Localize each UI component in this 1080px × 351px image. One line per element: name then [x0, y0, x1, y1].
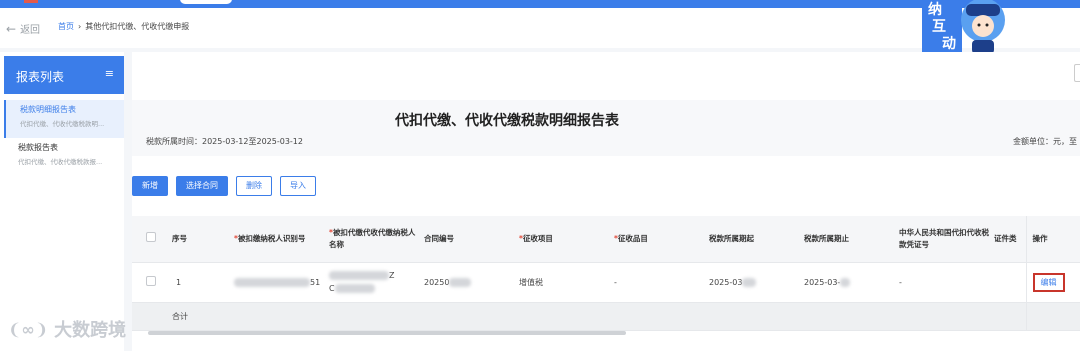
cell-contract-no: 20250 — [424, 262, 519, 303]
breadcrumb-separator: › — [78, 22, 82, 31]
header-levy-subitem: *征收品目 — [614, 216, 709, 263]
watermark-text: 大数跨境 — [54, 320, 127, 341]
delete-button[interactable]: 删除 — [236, 176, 272, 196]
mascot-face — [972, 15, 994, 37]
report-title: 代扣代缴、代收代缴税款明细报告表 — [395, 113, 619, 129]
total-label: 合计 — [172, 302, 234, 331]
sidebar-item-desc: 代扣代缴、代收代缴税款报... — [18, 158, 103, 166]
watermark-logo-icon: ❨∞❩ — [8, 319, 49, 339]
cell-period-start: 2025-03 — [709, 262, 804, 303]
mascot-hat — [966, 4, 1000, 16]
top-bar — [0, 0, 1080, 8]
amount-unit: 金额单位：元，至 — [1013, 137, 1077, 146]
header-taxpayer-id: *被扣缴纳税人识别号 — [234, 216, 329, 263]
header-levy-item: *征收项目 — [519, 216, 614, 263]
header-voucher: 中华人民共和国代扣代收税款凭证号 — [899, 216, 994, 263]
watermark: ❨∞❩ 大数跨境 — [8, 316, 126, 342]
header-contract-no: 合同编号 — [424, 216, 519, 263]
mascot-widget[interactable]: 纳 互 动 — [922, 0, 1017, 56]
add-button[interactable]: 新增 — [132, 176, 168, 196]
sidebar-item-tax-report[interactable]: 税款报告表 代扣代缴、代收代缴税款报... — [4, 138, 124, 176]
mascot-text-3: 动 — [942, 35, 956, 52]
breadcrumb-bar: ← 返回 首页 › 其他代扣代缴、代收代缴申报 — [0, 8, 1080, 48]
report-list-title: 报表列表 — [16, 70, 65, 84]
sidebar-item-label: 税款明细报告表 — [20, 105, 76, 114]
side-action-button[interactable] — [1074, 64, 1080, 82]
breadcrumb-current: 其他代扣代缴、代收代缴申报 — [85, 22, 190, 31]
sidebar-item-detail-report[interactable]: 税款明细报告表 代扣代缴、代收代缴税款明... — [4, 100, 124, 138]
header-cert-type: 证件类 — [994, 216, 1026, 263]
import-button[interactable]: 导入 — [280, 176, 316, 196]
mascot-text-2: 互 — [932, 19, 946, 35]
breadcrumb: 首页 › 其他代扣代缴、代收代缴申报 — [58, 21, 189, 32]
sidebar-item-desc: 代扣代缴、代收代缴税款明... — [20, 120, 105, 128]
back-label: 返回 — [20, 25, 41, 36]
back-button[interactable]: ← 返回 — [6, 21, 41, 37]
cell-taxpayer-name: Z C — [329, 262, 424, 303]
sidebar-item-label: 税款报告表 — [18, 143, 58, 152]
header-seq: 序号 — [172, 216, 234, 263]
cell-levy-subitem: - — [614, 262, 709, 303]
cell-taxpayer-id: 51 — [234, 262, 329, 303]
cell-voucher: - — [899, 262, 994, 303]
mascot-text-1: 纳 — [928, 1, 942, 18]
report-list-header: 报表列表 ≡ — [4, 56, 124, 94]
table-total-row: 合计 — [132, 302, 1080, 331]
table-row: 1 51 Z C 20250 增值税 - 2025-03 2025-03- - … — [132, 262, 1080, 303]
cell-cert-type — [994, 262, 1026, 303]
toolbar: 新增 选择合同 删除 导入 — [132, 176, 316, 196]
header-period-end: 税款所属期止 — [804, 216, 899, 263]
header-action: 操作 — [1025, 216, 1080, 263]
cell-period-end: 2025-03- — [804, 262, 899, 303]
header-taxpayer-name: *被扣代缴代收代缴纳税人名称 — [329, 216, 424, 263]
header-period-start: 税款所属期起 — [709, 216, 804, 263]
edit-link[interactable]: 编辑 — [1032, 272, 1065, 292]
table-header-row: 序号 *被扣缴纳税人识别号 *被扣代缴代收代缴纳税人名称 合同编号 *征收项目 … — [132, 216, 1080, 263]
top-bar-logo-fragment — [24, 0, 38, 3]
cell-seq: 1 — [172, 262, 234, 303]
cell-action: 编辑 — [1025, 262, 1080, 303]
horizontal-scrollbar[interactable] — [148, 331, 626, 335]
main-content: 代扣代缴、代收代缴税款明细报告表 税款所属时间：2025-03-12至2025-… — [132, 52, 1080, 351]
top-bar-tab[interactable] — [180, 0, 232, 4]
cell-levy-item: 增值税 — [519, 262, 614, 303]
report-list-sidebar: 报表列表 ≡ 税款明细报告表 代扣代缴、代收代缴税款明... 税款报告表 代扣代… — [0, 52, 124, 351]
breadcrumb-home-link[interactable]: 首页 — [58, 21, 74, 32]
menu-icon[interactable]: ≡ — [105, 67, 114, 80]
tax-period: 税款所属时间：2025-03-12至2025-03-12 — [146, 137, 303, 146]
row-checkbox[interactable] — [146, 276, 156, 286]
select-contract-button[interactable]: 选择合同 — [176, 176, 228, 196]
tax-detail-table: 序号 *被扣缴纳税人识别号 *被扣代缴代收代缴纳税人名称 合同编号 *征收项目 … — [132, 216, 1080, 331]
select-all-checkbox[interactable] — [146, 231, 156, 242]
arrow-left-icon: ← — [6, 21, 17, 36]
